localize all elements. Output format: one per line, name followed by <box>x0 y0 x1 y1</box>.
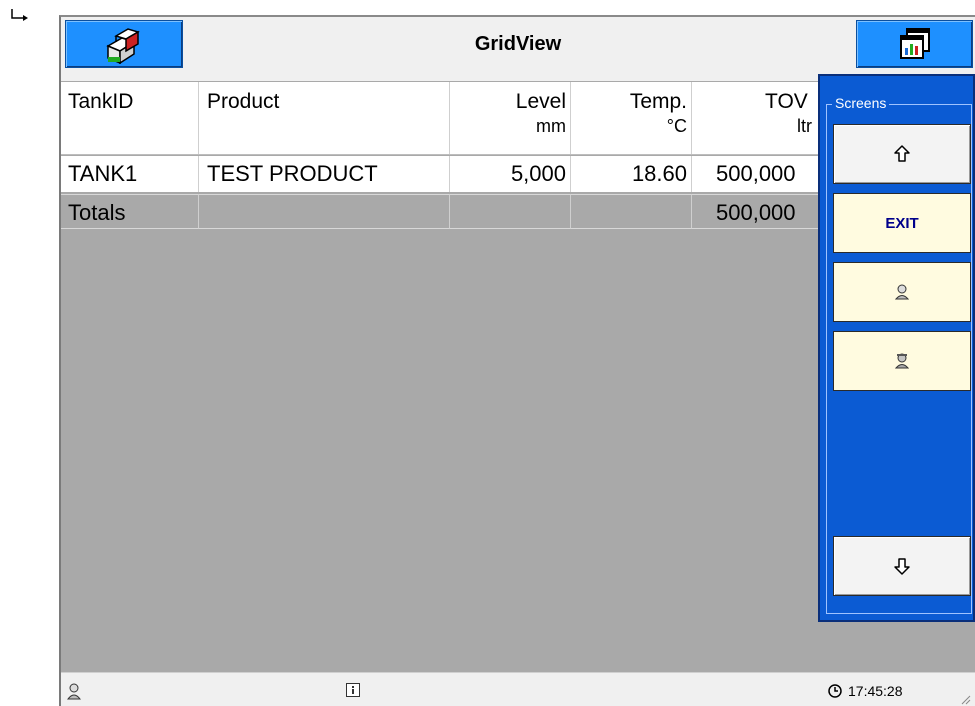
up-arrow-icon <box>894 145 910 162</box>
header-label: Product <box>207 90 280 113</box>
status-time: 17:45:28 <box>848 683 903 699</box>
cell-tankid[interactable]: TANK1 <box>61 156 199 192</box>
column-header-level[interactable]: Level mm <box>450 82 571 154</box>
header-label: TankID <box>68 90 134 113</box>
column-header-tankid[interactable]: TankID <box>61 82 199 154</box>
cell-temp[interactable]: 18.60 <box>571 156 692 192</box>
totals-level <box>450 194 571 229</box>
header-label: TOV <box>765 90 808 113</box>
title-bar: GridView <box>61 17 975 81</box>
totals-temp <box>571 194 692 229</box>
totals-tov: 500,000 <box>692 194 822 229</box>
down-arrow-icon <box>894 558 910 575</box>
screens-label: Screens <box>832 95 890 111</box>
header-unit: ltr <box>797 116 812 136</box>
scroll-down-button[interactable] <box>833 536 971 596</box>
column-header-temp[interactable]: Temp. °C <box>571 82 692 154</box>
exit-label: EXIT <box>885 214 919 232</box>
header-label: Temp. <box>629 90 687 113</box>
header-divider <box>61 154 821 155</box>
screens-panel: Screens EXIT <box>818 74 975 622</box>
user-icon <box>895 284 909 300</box>
cell-level[interactable]: 5,000 <box>450 156 571 192</box>
header-unit: °C <box>666 116 687 136</box>
user-icon <box>66 683 82 700</box>
column-header-tov[interactable]: TOV ltr <box>692 82 822 154</box>
cell-tov[interactable]: 500,000 <box>692 156 822 192</box>
header-label: Level <box>515 90 566 113</box>
totals-product <box>199 194 450 229</box>
chart-window-button[interactable] <box>856 20 973 68</box>
header-unit: mm <box>536 116 566 136</box>
exit-button[interactable]: EXIT <box>833 193 971 253</box>
status-bar: 17:45:28 <box>61 672 975 706</box>
cell-product[interactable]: TEST PRODUCT <box>199 156 450 192</box>
user-group-icon <box>895 353 909 369</box>
corner-arrow-icon <box>11 9 28 21</box>
resize-grip-icon[interactable] <box>959 693 971 705</box>
window-title: GridView <box>474 33 562 55</box>
chart-window-icon <box>899 28 930 59</box>
clock-icon <box>828 684 842 698</box>
column-header-product[interactable]: Product <box>199 82 450 154</box>
user-screen-button[interactable] <box>833 262 971 322</box>
totals-label: Totals <box>61 194 199 229</box>
info-icon[interactable] <box>346 683 360 697</box>
user-group-screen-button[interactable] <box>833 331 971 391</box>
scroll-up-button[interactable] <box>833 124 971 184</box>
